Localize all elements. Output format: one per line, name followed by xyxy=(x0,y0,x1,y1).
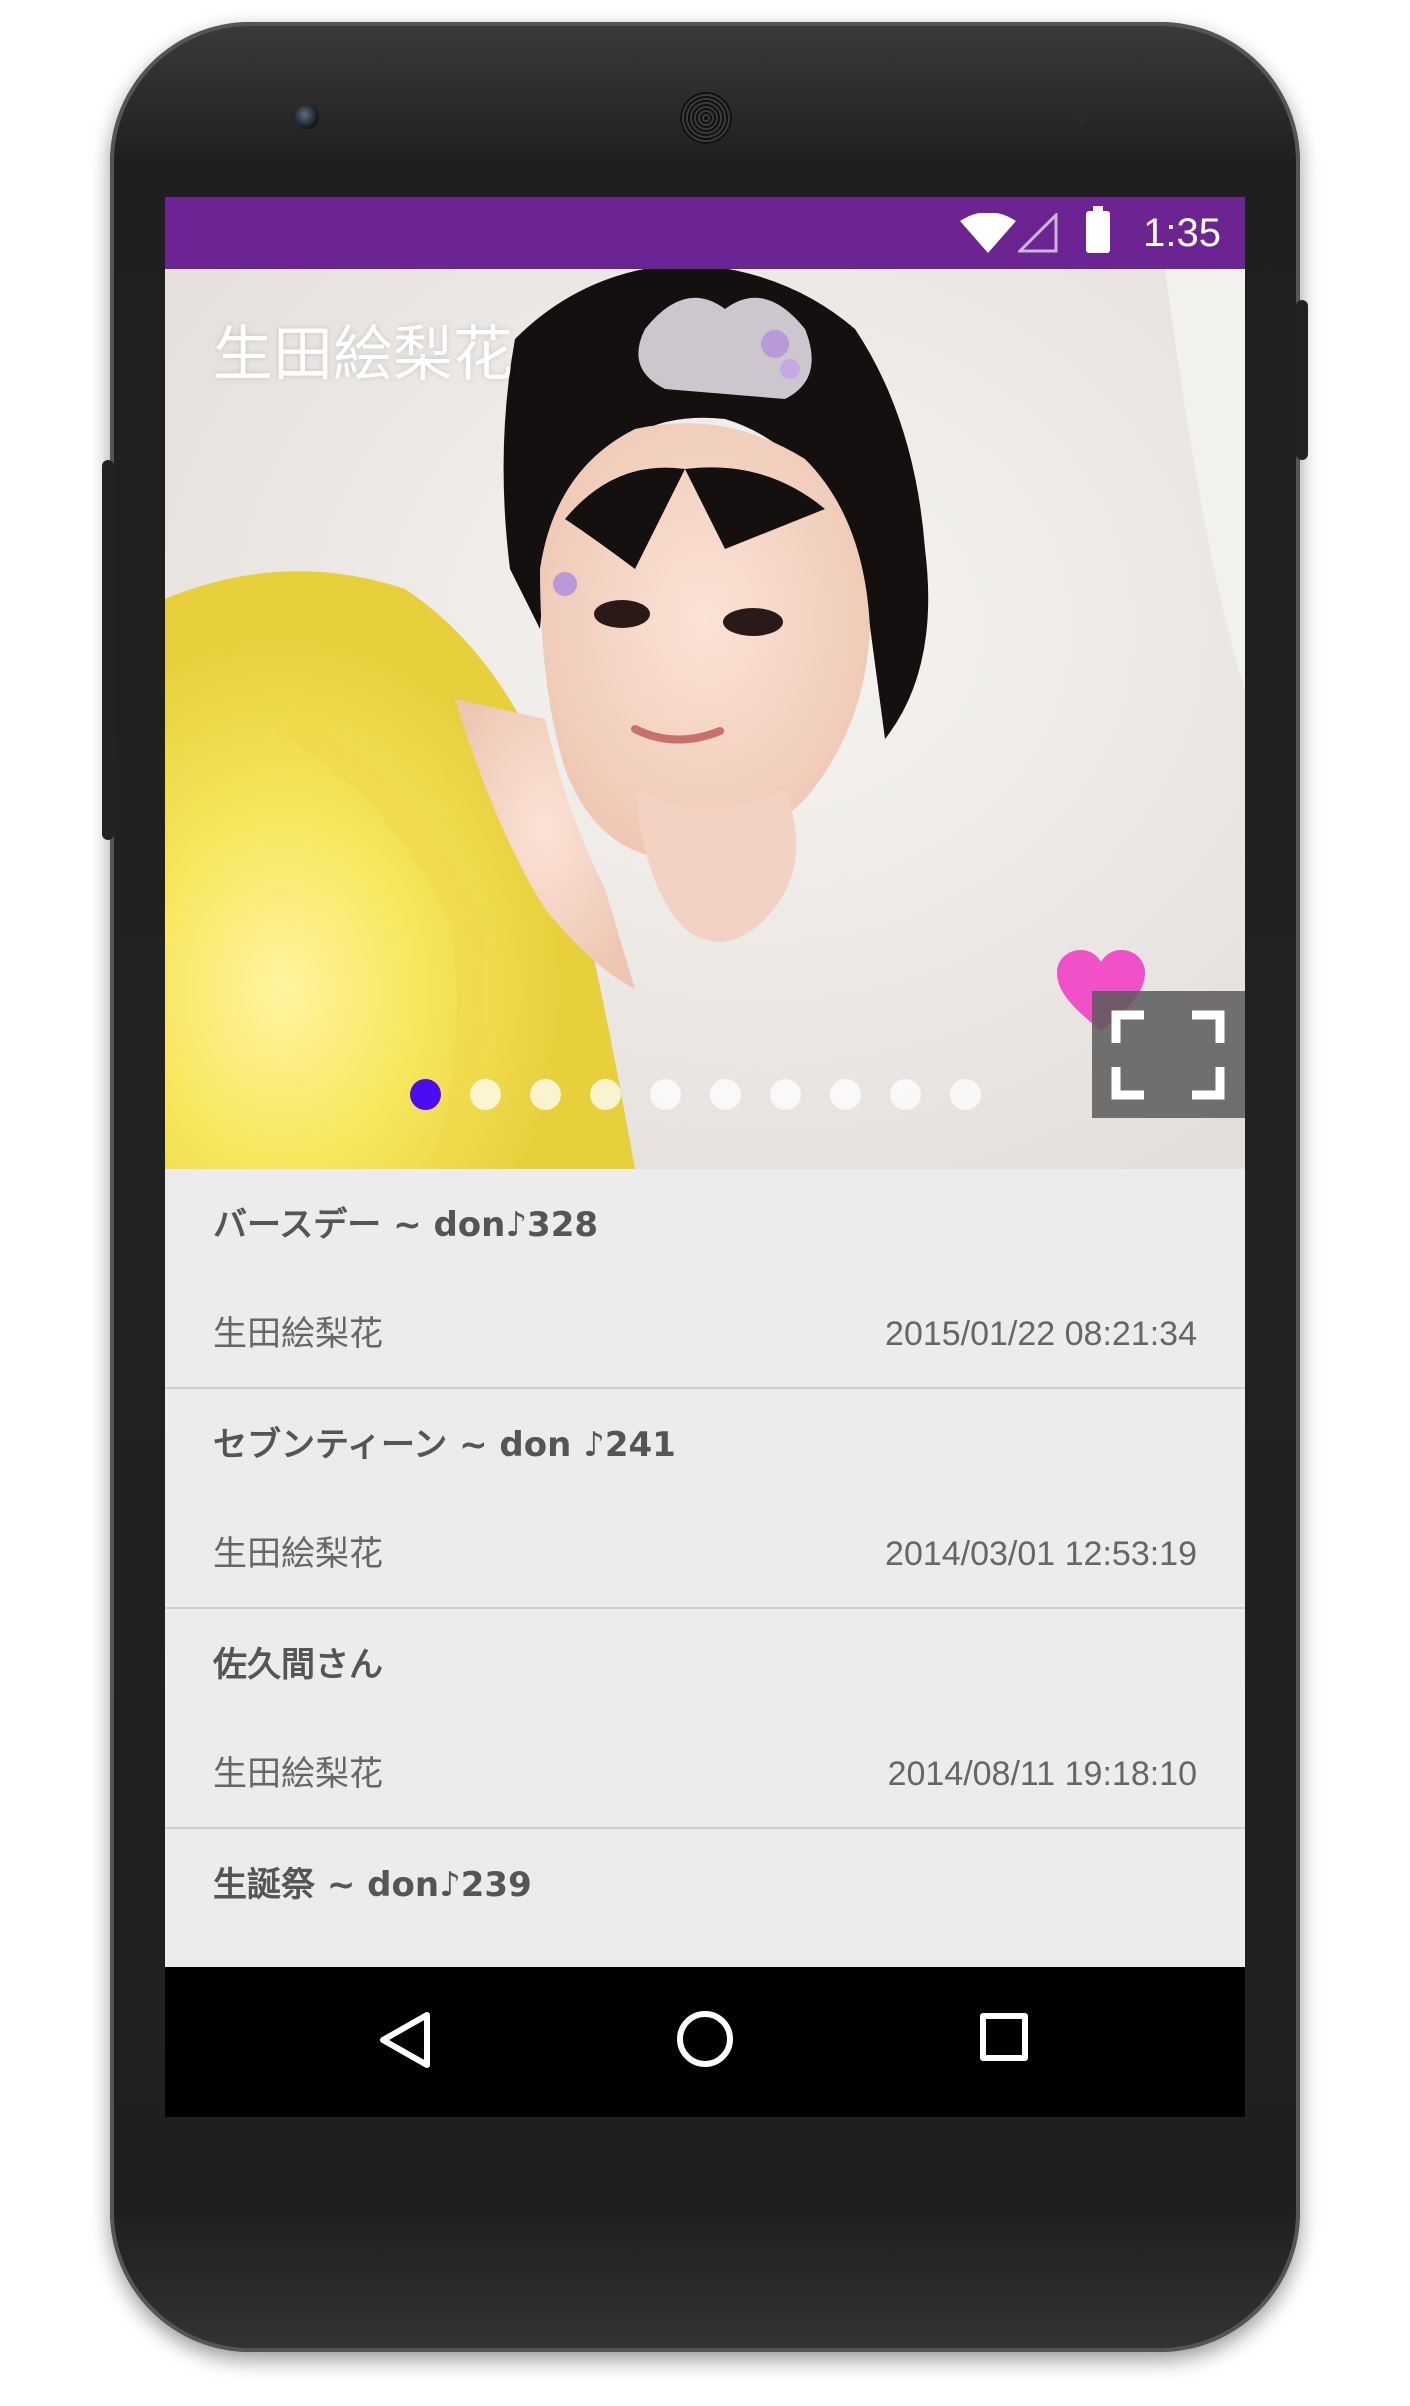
post-date: 2014/03/01 12:53:19 xyxy=(885,1535,1197,1573)
navigation-bar xyxy=(165,1967,1245,2117)
light-sensor xyxy=(1115,112,1125,122)
page-dot-2[interactable] xyxy=(470,1079,501,1110)
list-item[interactable]: 佐久間さん 生田絵梨花 2014/08/11 19:18:10 xyxy=(165,1609,1245,1829)
page-dot-7[interactable] xyxy=(770,1079,801,1110)
wifi-icon xyxy=(960,213,1016,253)
page-dot-3[interactable] xyxy=(530,1079,561,1110)
post-author: 生田絵梨花 xyxy=(213,1534,383,1574)
photo-carousel[interactable]: 生田絵梨花 xyxy=(165,269,1245,1169)
power-button xyxy=(1296,300,1308,460)
list-item[interactable]: セブンティーン ~ don ♪241 生田絵梨花 2014/03/01 12:5… xyxy=(165,1389,1245,1609)
status-time: 1:35 xyxy=(1143,211,1221,255)
screen: 1:35 生田絵梨花 バースデー ~ don♪328 生田絵梨花 2015/01… xyxy=(165,197,1245,2117)
home-circle-icon[interactable] xyxy=(677,2011,733,2067)
list-item[interactable]: 生誕祭 ~ don♪239 xyxy=(165,1829,1245,1967)
page-dot-9[interactable] xyxy=(890,1079,921,1110)
volume-button xyxy=(102,460,114,840)
page-dot-4[interactable] xyxy=(590,1079,621,1110)
recents-square-icon[interactable] xyxy=(980,2013,1028,2061)
list-item[interactable]: バースデー ~ don♪328 生田絵梨花 2015/01/22 08:21:3… xyxy=(165,1169,1245,1389)
profile-name: 生田絵梨花 xyxy=(213,320,513,390)
profile-photo xyxy=(165,269,1245,1169)
post-title: 生誕祭 ~ don♪239 xyxy=(213,1865,532,1905)
post-title: バースデー ~ don♪328 xyxy=(213,1205,599,1245)
cell-signal-icon xyxy=(1018,213,1058,253)
fullscreen-button[interactable] xyxy=(1092,991,1245,1118)
page-dot-8[interactable] xyxy=(830,1079,861,1110)
page-dot-6[interactable] xyxy=(710,1079,741,1110)
earpiece-speaker xyxy=(680,92,732,144)
proximity-sensor xyxy=(1075,110,1089,124)
status-bar: 1:35 xyxy=(165,197,1245,269)
post-author: 生田絵梨花 xyxy=(213,1314,383,1354)
page-dot-5[interactable] xyxy=(650,1079,681,1110)
page-dot-10[interactable] xyxy=(950,1079,981,1110)
front-camera xyxy=(295,105,319,129)
post-list: バースデー ~ don♪328 生田絵梨花 2015/01/22 08:21:3… xyxy=(165,1169,1245,1967)
post-date: 2015/01/22 08:21:34 xyxy=(885,1315,1197,1353)
back-triangle-icon[interactable] xyxy=(377,2010,433,2070)
fullscreen-icon xyxy=(1111,1010,1225,1100)
post-title: 佐久間さん xyxy=(213,1645,383,1685)
battery-icon xyxy=(1086,206,1110,253)
page-indicator xyxy=(410,1079,981,1110)
post-author: 生田絵梨花 xyxy=(213,1754,383,1794)
post-date: 2014/08/11 19:18:10 xyxy=(887,1755,1197,1793)
page-dot-1[interactable] xyxy=(410,1079,441,1110)
post-title: セブンティーン ~ don ♪241 xyxy=(213,1425,676,1465)
